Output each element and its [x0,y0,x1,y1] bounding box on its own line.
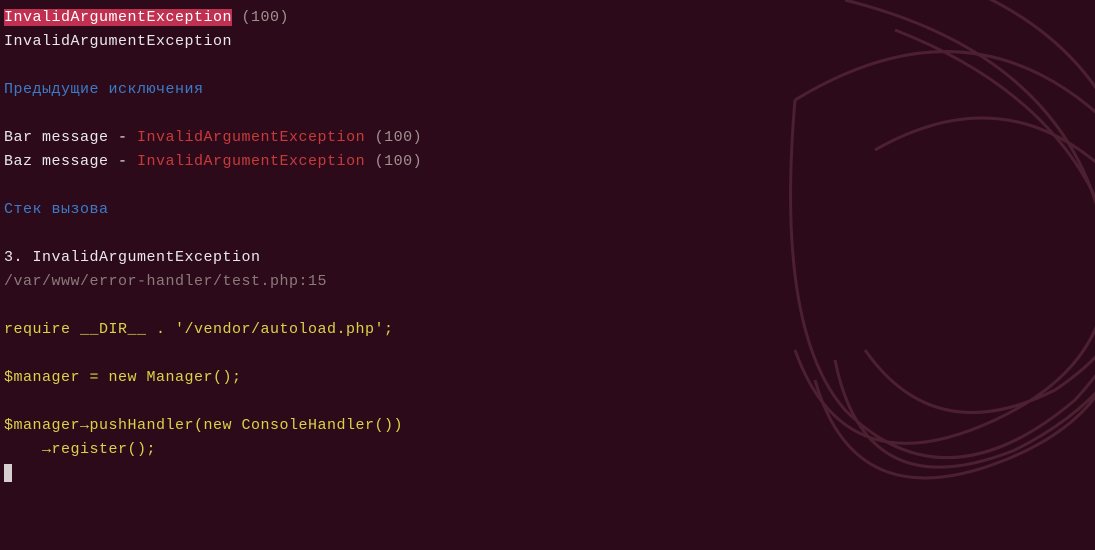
prev-msg: Baz message - [4,153,137,170]
section-call-stack: Стек вызова [4,198,1091,222]
terminal-cursor [4,464,12,482]
code-line: $manager→pushHandler(new ConsoleHandler(… [4,414,1091,438]
prev-exc-code: (100) [365,153,422,170]
code-line: $manager = new Manager(); [4,366,1091,390]
frame-number: 3. [4,249,33,266]
code-line: →register(); [4,438,1091,462]
code-line: require __DIR__ . '/vendor/autoload.php'… [4,318,1091,342]
cursor-line [4,462,1091,486]
prev-exc-name: InvalidArgumentException [137,129,365,146]
exception-name-line: InvalidArgumentException [4,30,1091,54]
frame-exception: InvalidArgumentException [33,249,261,266]
exception-code: (100) [232,9,289,26]
prev-exc-name: InvalidArgumentException [137,153,365,170]
section-previous-exceptions: Предыдущие исключения [4,78,1091,102]
stack-frame-file: /var/www/error-handler/test.php:15 [4,270,1091,294]
stack-frame-heading: 3. InvalidArgumentException [4,246,1091,270]
previous-exception-row: Baz message - InvalidArgumentException (… [4,150,1091,174]
terminal-output: InvalidArgumentException (100) InvalidAr… [0,0,1095,492]
exception-header: InvalidArgumentException (100) [4,6,1091,30]
previous-exception-row: Bar message - InvalidArgumentException (… [4,126,1091,150]
exception-name-highlighted: InvalidArgumentException [4,9,232,26]
prev-exc-code: (100) [365,129,422,146]
prev-msg: Bar message - [4,129,137,146]
